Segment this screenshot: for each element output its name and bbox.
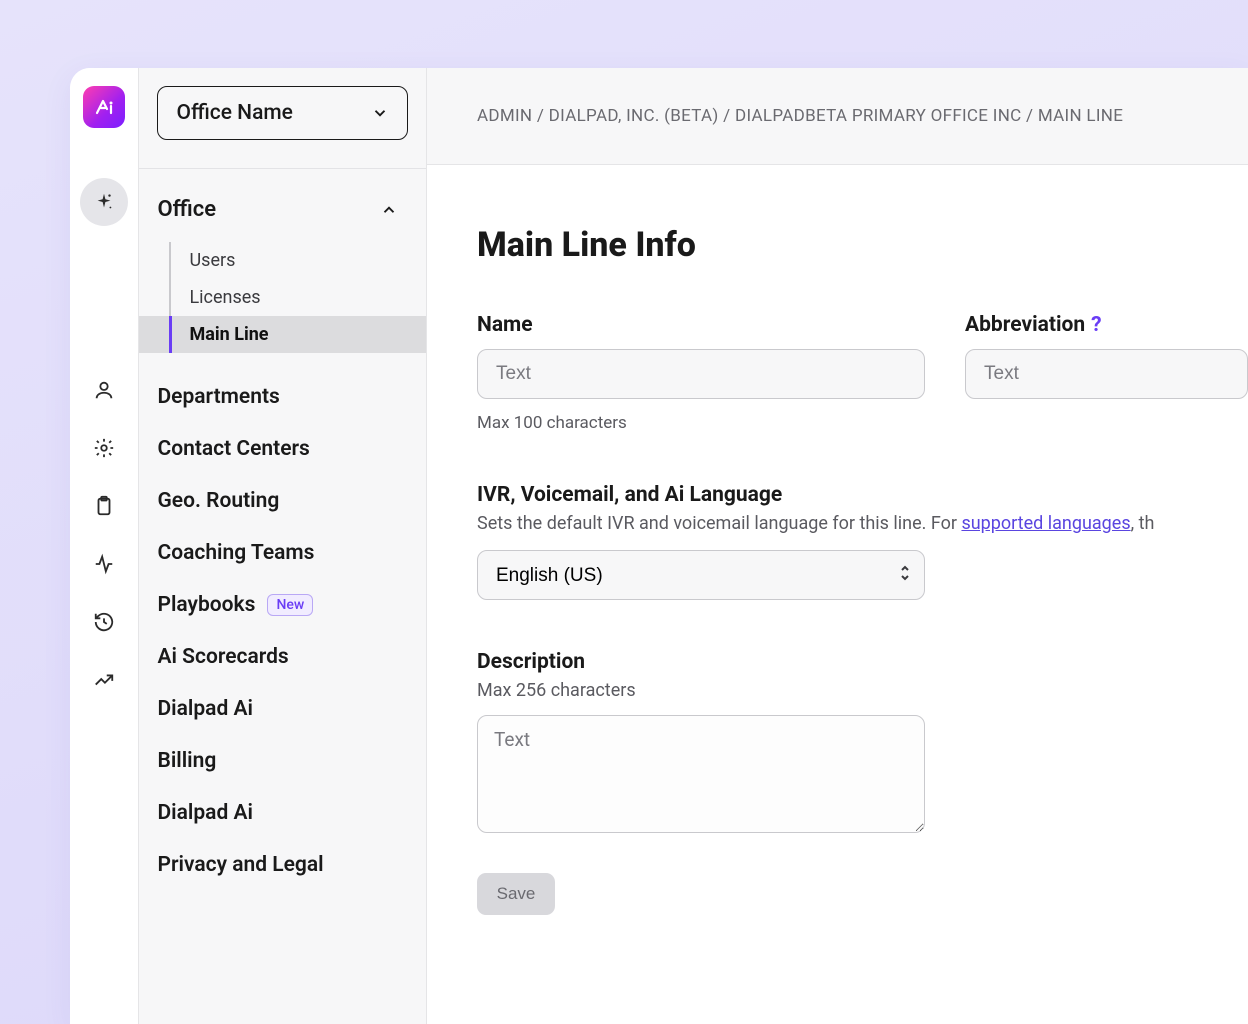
brand-logo[interactable] bbox=[83, 86, 125, 128]
field-abbreviation: Abbreviation ? bbox=[965, 313, 1248, 433]
rail-clipboard-button[interactable] bbox=[80, 482, 128, 530]
clipboard-icon bbox=[93, 495, 115, 517]
divider bbox=[139, 168, 426, 169]
main-panel: ADMIN / DIALPAD, INC. (BETA) / DIALPADBE… bbox=[427, 68, 1248, 1024]
office-select-label: Office Name bbox=[176, 101, 292, 125]
abbrev-input[interactable] bbox=[965, 349, 1248, 399]
abbrev-help-icon[interactable]: ? bbox=[1091, 313, 1101, 337]
nav-coaching-teams[interactable]: Coaching Teams bbox=[139, 527, 426, 579]
language-select-wrap: English (US) bbox=[477, 550, 925, 600]
history-icon bbox=[93, 611, 115, 633]
name-label: Name bbox=[477, 313, 925, 337]
nav-dialpad-ai-2[interactable]: Dialpad Ai bbox=[139, 787, 426, 839]
breadcrumb: ADMIN / DIALPAD, INC. (BETA) / DIALPADBE… bbox=[427, 68, 1248, 165]
supported-languages-link[interactable]: supported languages bbox=[961, 513, 1130, 534]
description-label: Description bbox=[477, 650, 1248, 674]
language-select[interactable]: English (US) bbox=[477, 550, 925, 600]
name-input[interactable] bbox=[477, 349, 925, 399]
ai-logo-icon bbox=[92, 95, 116, 119]
app-window: Office Name Office Users Licenses Main L… bbox=[70, 68, 1248, 1024]
content: Main Line Info Name Max 100 characters A… bbox=[427, 165, 1248, 915]
chevron-up-icon bbox=[380, 201, 398, 219]
sidebar-sub-main-line[interactable]: Main Line bbox=[139, 316, 426, 353]
chevron-down-icon bbox=[371, 104, 389, 122]
name-hint: Max 100 characters bbox=[477, 413, 925, 433]
rail-trend-button[interactable] bbox=[80, 656, 128, 704]
sidebar: Office Name Office Users Licenses Main L… bbox=[139, 68, 427, 1024]
nav-privacy-legal[interactable]: Privacy and Legal bbox=[139, 839, 426, 891]
gear-icon bbox=[93, 437, 115, 459]
save-button[interactable]: Save bbox=[477, 873, 555, 915]
rail-history-button[interactable] bbox=[80, 598, 128, 646]
language-desc: Sets the default IVR and voicemail langu… bbox=[477, 513, 1248, 534]
field-name: Name Max 100 characters bbox=[477, 313, 925, 433]
activity-icon bbox=[93, 553, 115, 575]
rail-user-button[interactable] bbox=[80, 366, 128, 414]
rail-settings-button[interactable] bbox=[80, 424, 128, 472]
page-title: Main Line Info bbox=[477, 225, 1248, 265]
sidebar-sub-users[interactable]: Users bbox=[139, 242, 426, 279]
abbrev-label: Abbreviation ? bbox=[965, 313, 1248, 337]
description-textarea[interactable] bbox=[477, 715, 925, 833]
icon-rail bbox=[70, 68, 139, 1024]
sparkle-icon bbox=[93, 191, 115, 213]
nav-billing[interactable]: Billing bbox=[139, 735, 426, 787]
nav-contact-centers[interactable]: Contact Centers bbox=[139, 423, 426, 475]
sidebar-subitems: Users Licenses Main Line bbox=[139, 242, 426, 353]
sidebar-group-label: Office bbox=[157, 197, 216, 222]
office-select[interactable]: Office Name bbox=[157, 86, 408, 140]
user-icon bbox=[93, 379, 115, 401]
nav-ai-scorecards[interactable]: Ai Scorecards bbox=[139, 631, 426, 683]
description-hint: Max 256 characters bbox=[477, 680, 1248, 701]
trend-up-icon bbox=[93, 669, 115, 691]
new-badge: New bbox=[267, 594, 313, 616]
rail-sparkle-button[interactable] bbox=[80, 178, 128, 226]
nav-dialpad-ai[interactable]: Dialpad Ai bbox=[139, 683, 426, 735]
sidebar-group-office[interactable]: Office bbox=[139, 187, 426, 232]
sidebar-sub-licenses[interactable]: Licenses bbox=[139, 279, 426, 316]
nav-geo-routing[interactable]: Geo. Routing bbox=[139, 475, 426, 527]
form-row-name-abbrev: Name Max 100 characters Abbreviation ? bbox=[477, 313, 1248, 433]
nav-departments[interactable]: Departments bbox=[139, 371, 426, 423]
language-label: IVR, Voicemail, and Ai Language bbox=[477, 483, 1248, 507]
rail-activity-button[interactable] bbox=[80, 540, 128, 588]
nav-playbooks[interactable]: Playbooks New bbox=[139, 579, 426, 631]
